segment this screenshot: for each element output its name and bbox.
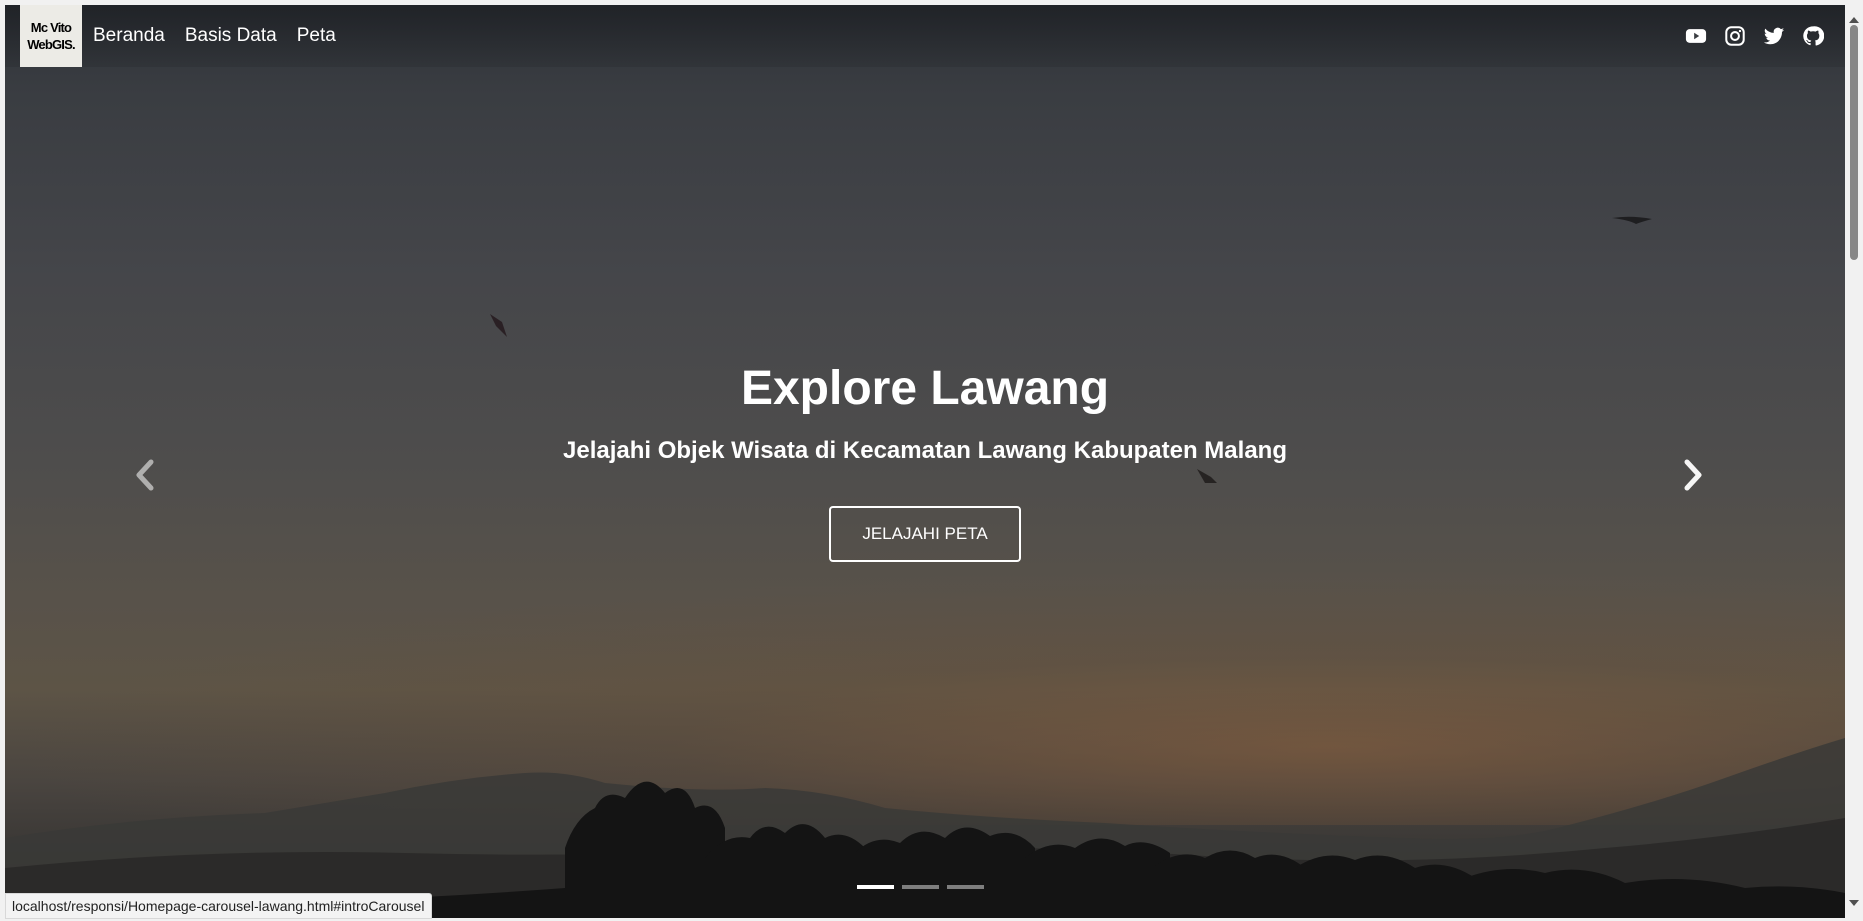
twitter-icon[interactable] [1762,24,1786,48]
page-viewport: Mc Vito WebGIS. Beranda Basis Data Peta [5,5,1845,918]
status-bar-url: localhost/responsi/Homepage-carousel-law… [5,893,433,919]
carousel-caption: Explore Lawang Jelajahi Objek Wisata di … [5,360,1845,562]
brand-logo[interactable]: Mc Vito WebGIS. [20,5,82,67]
scroll-down-arrow-icon[interactable] [1849,900,1859,906]
chevron-left-icon [136,459,154,491]
carousel-indicator-1[interactable] [857,885,894,889]
youtube-icon[interactable] [1684,24,1708,48]
brand-line-2: WebGIS. [27,37,75,52]
nav-item-peta[interactable]: Peta [297,25,336,47]
top-navbar: Mc Vito WebGIS. Beranda Basis Data Peta [5,5,1845,67]
instagram-icon[interactable] [1723,24,1747,48]
scrollbar-thumb[interactable] [1850,25,1858,260]
browser-window: Mc Vito WebGIS. Beranda Basis Data Peta [0,0,1863,921]
bird-shape [490,314,507,337]
nav-item-beranda[interactable]: Beranda [93,25,165,47]
hero-title: Explore Lawang [740,362,1110,415]
hero-subtitle: Jelajahi Objek Wisata di Kecamatan Lawan… [563,437,1287,464]
explore-map-button[interactable]: JELAJAHI PETA [829,506,1021,562]
carousel-indicator-2[interactable] [902,885,939,889]
vertical-scrollbar[interactable] [1845,5,1863,918]
chevron-right-icon [1684,459,1702,491]
brand-line-1: Mc Vito [30,20,72,35]
carousel-indicator-3[interactable] [947,885,984,889]
carousel-prev-button[interactable] [125,450,165,500]
carousel-next-button[interactable] [1673,450,1713,500]
nav-item-basis-data[interactable]: Basis Data [185,25,277,47]
social-links [1669,5,1825,67]
carousel-indicators [857,885,992,889]
github-icon[interactable] [1801,24,1825,48]
nav-links: Beranda Basis Data Peta [93,5,356,67]
bird-shape [1612,216,1652,224]
scroll-up-arrow-icon[interactable] [1849,17,1859,23]
